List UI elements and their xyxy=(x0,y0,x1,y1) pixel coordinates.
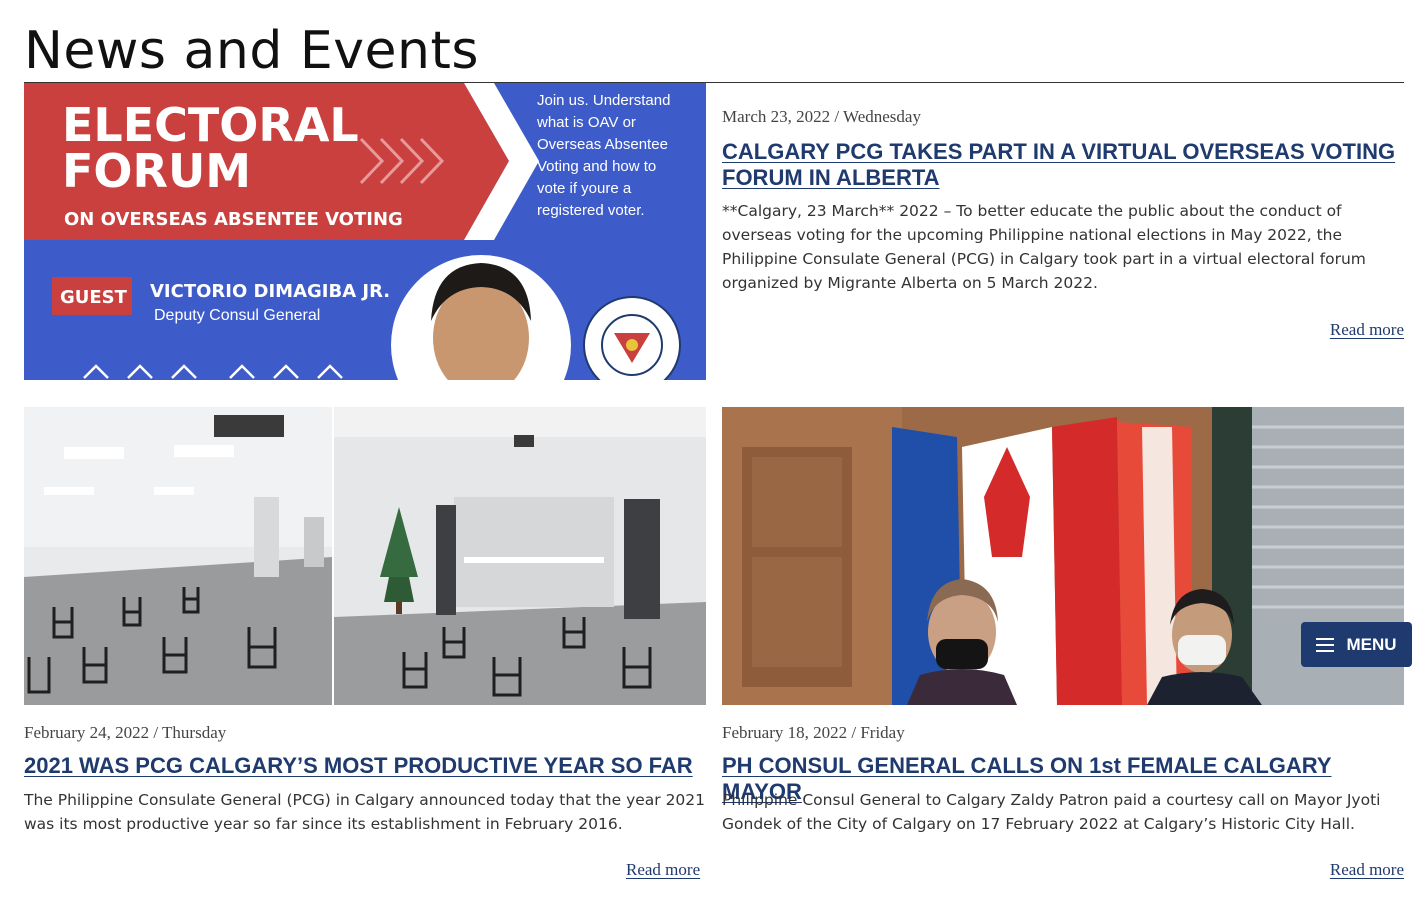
page-title: News and Events xyxy=(24,21,479,81)
banner-invite-line: vote if youre a xyxy=(537,180,632,197)
banner-subtitle: ON OVERSEAS ABSENTEE VOTING xyxy=(64,209,403,230)
electoral-forum-banner: ELECTORAL FORUM ON OVERSEAS ABSENTEE VOT… xyxy=(24,83,706,380)
banner-invite-line: what is OAV or xyxy=(536,114,636,131)
read-more-link[interactable]: Read more xyxy=(1330,860,1404,880)
article-excerpt: Philippine Consul General to Calgary Zal… xyxy=(722,791,1381,833)
banner-invite-line: Voting and how to xyxy=(537,158,656,175)
article-excerpt: **Calgary, 23 March** 2022 – To better e… xyxy=(722,202,1366,292)
read-more-link[interactable]: Read more xyxy=(626,860,700,880)
article-date: February 24, 2022 / Thursday xyxy=(24,723,227,742)
guest-name: VICTORIO DIMAGIBA JR. xyxy=(150,281,390,302)
banner-invite-line: Join us. Understand xyxy=(537,92,670,109)
read-more-link[interactable]: Read more xyxy=(1330,320,1404,340)
article-image-office-interior[interactable] xyxy=(24,407,706,705)
article-excerpt: The Philippine Consulate General (PCG) i… xyxy=(24,791,706,833)
hamburger-icon xyxy=(1316,637,1335,652)
banner-invite-line: registered voter. xyxy=(537,202,645,219)
article-headline-link[interactable]: CALGARY PCG TAKES PART IN A VIRTUAL OVER… xyxy=(722,139,1402,191)
article-image-electoral-forum[interactable]: ELECTORAL FORUM ON OVERSEAS ABSENTEE VOT… xyxy=(24,83,706,380)
office-interior-photo xyxy=(24,407,706,705)
guest-tag: GUEST xyxy=(60,287,128,308)
menu-label: MENU xyxy=(1346,634,1397,654)
banner-title-line2: FORUM xyxy=(62,144,251,198)
article-headline-link[interactable]: 2021 WAS PCG CALGARY’S MOST PRODUCTIVE Y… xyxy=(24,753,706,779)
article-date: March 23, 2022 / Wednesday xyxy=(722,107,921,126)
guest-role: Deputy Consul General xyxy=(154,307,320,324)
menu-button[interactable]: MENU xyxy=(1301,622,1412,667)
banner-invite-line: Overseas Absentee xyxy=(537,136,668,153)
article-date: February 18, 2022 / Friday xyxy=(722,723,905,742)
page-container: News and Events xyxy=(24,0,1404,83)
